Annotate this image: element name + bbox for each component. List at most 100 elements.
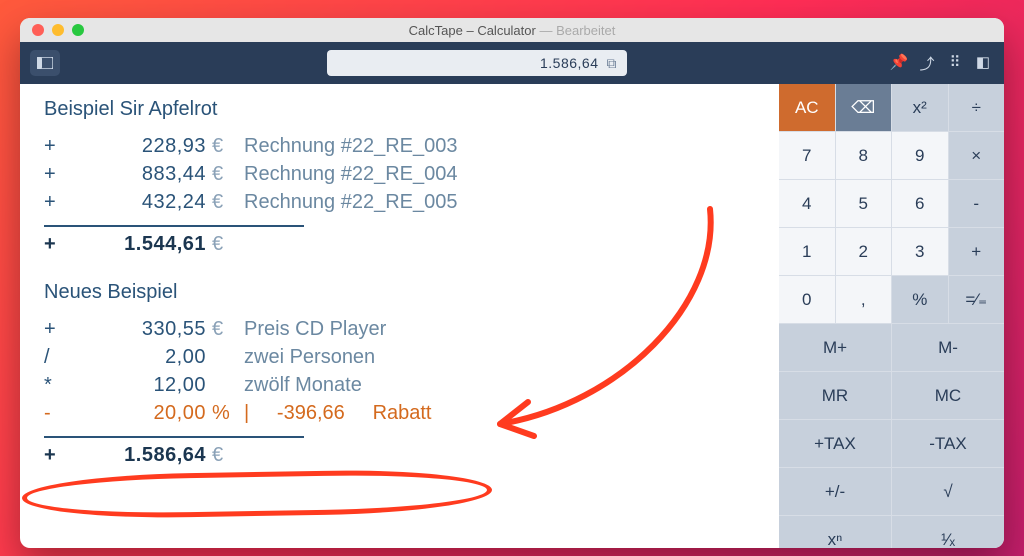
key-minus-tax[interactable]: -TAX <box>892 420 1004 467</box>
section-title: Beispiel Sir Apfelrot <box>44 98 755 121</box>
key-plus-tax[interactable]: +TAX <box>779 420 891 467</box>
key-equals[interactable]: =⁄₌ <box>949 276 1005 323</box>
tape-row[interactable]: + 432,24 € Rechnung #22_RE_005 <box>44 191 755 219</box>
operator: + <box>44 191 66 214</box>
tape-row-highlight[interactable]: - 20,00 % | -396,66 Rabatt <box>44 402 755 430</box>
note: zwölf Monate <box>232 374 362 397</box>
section-1-rows: + 228,93 € Rechnung #22_RE_003 + 883,44 … <box>44 135 755 261</box>
note: zwei Personen <box>232 346 375 369</box>
window-title: CalcTape – Calculator — Bearbeitet <box>20 23 1004 38</box>
panel-icon[interactable]: ◧ <box>972 53 994 74</box>
key-9[interactable]: 9 <box>892 132 948 179</box>
key-add[interactable]: + <box>949 228 1005 275</box>
key-square[interactable]: x² <box>892 84 948 131</box>
operator: / <box>44 346 66 369</box>
value: 1.544,61 <box>66 233 206 256</box>
key-decimal[interactable]: , <box>836 276 892 323</box>
currency: € <box>206 135 232 158</box>
currency: € <box>206 233 232 256</box>
currency: € <box>206 163 232 186</box>
grid-icon[interactable]: ⠿ <box>944 53 966 74</box>
value: 228,93 <box>66 135 206 158</box>
tape-row[interactable]: + 883,44 € Rechnung #22_RE_004 <box>44 163 755 191</box>
operator: + <box>44 444 66 467</box>
key-memory-minus[interactable]: M- <box>892 324 1004 371</box>
toolbar-right: 📌 ⤴ ⠿ ◧ <box>888 53 994 74</box>
key-percent[interactable]: % <box>892 276 948 323</box>
key-memory-recall[interactable]: MR <box>779 372 891 419</box>
key-7[interactable]: 7 <box>779 132 835 179</box>
value: 883,44 <box>66 163 206 186</box>
calculation-tape[interactable]: Beispiel Sir Apfelrot + 228,93 € Rechnun… <box>20 84 779 548</box>
sidebar-toggle-button[interactable] <box>30 50 60 76</box>
tape-row[interactable]: / 2,00 zwei Personen <box>44 346 755 374</box>
result-value: 1.586,64 <box>540 55 599 71</box>
operator: + <box>44 233 66 256</box>
key-0[interactable]: 0 <box>779 276 835 323</box>
section-title: Neues Beispiel <box>44 281 755 304</box>
currency: € <box>206 318 232 341</box>
total-row[interactable]: + 1.586,64 € <box>44 444 755 472</box>
tape-row[interactable]: + 330,55 € Preis CD Player <box>44 318 755 346</box>
key-subtract[interactable]: - <box>949 180 1005 227</box>
key-plus-minus[interactable]: +/- <box>779 468 891 515</box>
key-divide[interactable]: ÷ <box>949 84 1005 131</box>
keypad: AC ⌫ x² ÷ 7 8 9 × 4 5 6 - 1 2 3 + 0 , % … <box>779 84 1004 548</box>
value: 1.586,64 <box>66 444 206 467</box>
value: 330,55 <box>66 318 206 341</box>
note: Rechnung #22_RE_004 <box>232 163 458 186</box>
tape-row[interactable]: * 12,00 zwölf Monate <box>44 374 755 402</box>
key-4[interactable]: 4 <box>779 180 835 227</box>
key-ac[interactable]: AC <box>779 84 835 131</box>
operator: + <box>44 163 66 186</box>
operator: + <box>44 318 66 341</box>
section-2-rows: + 330,55 € Preis CD Player / 2,00 zwei P… <box>44 318 755 472</box>
key-3[interactable]: 3 <box>892 228 948 275</box>
key-power[interactable]: xⁿ <box>779 516 891 548</box>
operator: - <box>44 402 66 425</box>
subtotal-rule <box>44 225 304 227</box>
share-icon[interactable]: ⤴ <box>916 53 938 74</box>
key-memory-clear[interactable]: MC <box>892 372 1004 419</box>
key-multiply[interactable]: × <box>949 132 1005 179</box>
copy-icon[interactable]: ⧉ <box>607 55 618 72</box>
key-1[interactable]: 1 <box>779 228 835 275</box>
app-name: CalcTape <box>409 23 463 38</box>
value: 12,00 <box>66 374 206 397</box>
body: Beispiel Sir Apfelrot + 228,93 € Rechnun… <box>20 84 1004 548</box>
app-window: CalcTape – Calculator — Bearbeitet 1.586… <box>20 18 1004 548</box>
currency: € <box>206 191 232 214</box>
key-8[interactable]: 8 <box>836 132 892 179</box>
separator: | <box>244 402 249 424</box>
key-sqrt[interactable]: √ <box>892 468 1004 515</box>
result-display[interactable]: 1.586,64 ⧉ <box>327 50 627 76</box>
titlebar: CalcTape – Calculator — Bearbeitet <box>20 18 1004 42</box>
note: Preis CD Player <box>232 318 386 341</box>
key-backspace[interactable]: ⌫ <box>836 84 892 131</box>
operator: + <box>44 135 66 158</box>
note: Rechnung #22_RE_005 <box>232 191 458 214</box>
unit: % <box>206 402 232 425</box>
document-status: Bearbeitet <box>556 23 615 38</box>
key-5[interactable]: 5 <box>836 180 892 227</box>
sidebar-icon <box>37 57 53 69</box>
pin-icon[interactable]: 📌 <box>888 53 910 74</box>
value: 432,24 <box>66 191 206 214</box>
value: 2,00 <box>66 346 206 369</box>
subtotal-rule <box>44 436 304 438</box>
computed-amount: -396,66 <box>255 402 345 425</box>
note: Rechnung #22_RE_003 <box>232 135 458 158</box>
annotation-ellipse <box>22 468 493 520</box>
key-inverse[interactable]: ¹⁄ₓ <box>892 516 1004 548</box>
subtotal-row[interactable]: + 1.544,61 € <box>44 233 755 261</box>
key-6[interactable]: 6 <box>892 180 948 227</box>
key-memory-plus[interactable]: M+ <box>779 324 891 371</box>
toolbar: 1.586,64 ⧉ 📌 ⤴ ⠿ ◧ <box>20 42 1004 84</box>
document-name: Calculator <box>477 23 536 38</box>
note: | -396,66 Rabatt <box>232 402 432 425</box>
key-2[interactable]: 2 <box>836 228 892 275</box>
currency: € <box>206 444 232 467</box>
tape-row[interactable]: + 228,93 € Rechnung #22_RE_003 <box>44 135 755 163</box>
value: 20,00 <box>66 402 206 425</box>
note-label: Rabatt <box>373 402 432 424</box>
